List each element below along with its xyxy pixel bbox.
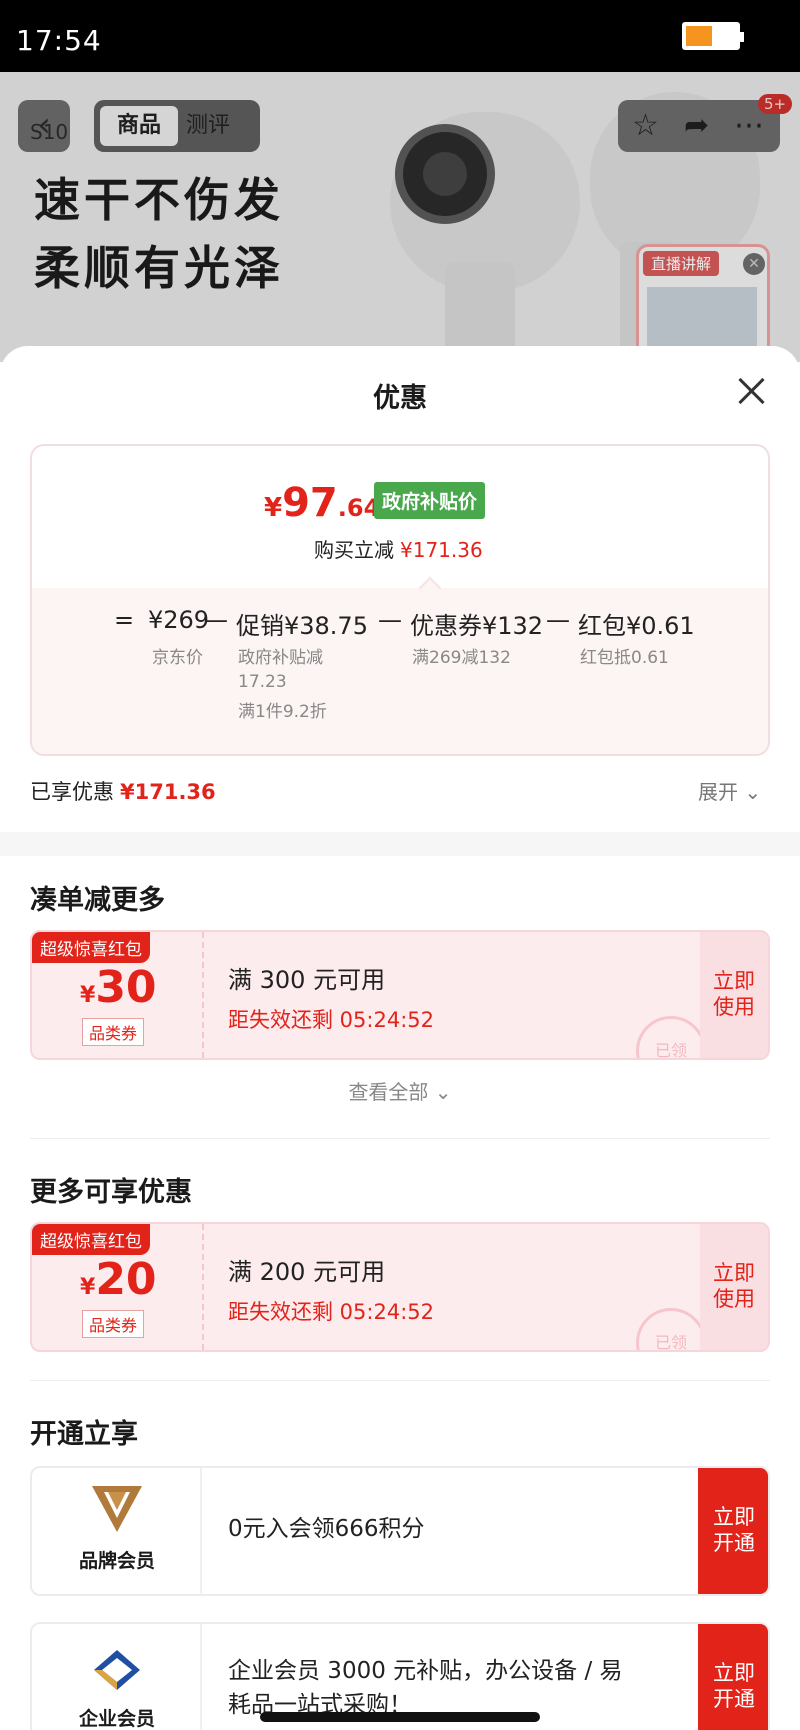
calc-coupon: 优惠券¥132 [410, 612, 544, 640]
claimed-stamp: 已领 [636, 1308, 706, 1350]
section-title: 更多可享优惠 [30, 1177, 192, 1208]
coupon-tag: 超级惊喜红包 [32, 932, 150, 963]
claimed-stamp: 已领 [636, 1016, 706, 1058]
brand-member-logo-icon [92, 1486, 142, 1532]
final-price: ¥97.64 [264, 480, 381, 526]
gov-subsidy-tag: 政府补贴价 [374, 482, 486, 519]
calc-promo: 促销¥38.75 [236, 612, 368, 640]
coupon-expire: 距失效还剩 05:24:52 [228, 1008, 434, 1032]
coupon-category: 品类券 [82, 1018, 145, 1046]
coupon-amount: ¥30 [80, 962, 157, 1013]
member-name: 品牌会员 [78, 1550, 155, 1572]
coupon-condition: 满 300 元可用 [228, 966, 386, 994]
open-now-button[interactable]: 立即 开通 [698, 1468, 768, 1594]
coupon-amount: ¥20 [80, 1254, 157, 1305]
section-title: 开通立享 [30, 1419, 138, 1450]
member-name: 企业会员 [78, 1708, 155, 1730]
calc-redpacket: 红包¥0.61 [578, 612, 695, 640]
enterprise-member-logo-icon [94, 1650, 140, 1690]
calc-promo-sub: 17.23 [238, 672, 287, 692]
chevron-down-icon: ⌄ [744, 780, 762, 804]
coupon-card: 超级惊喜红包 ¥30 品类券 满 300 元可用 距失效还剩 05:24:52 … [30, 930, 770, 1060]
calc-op: — [204, 606, 228, 634]
price-summary-card: ¥97.64 政府补贴价 购买立减 ¥171.36 = ¥269 京东价 — 促销… [30, 444, 770, 756]
section-title: 凑单减更多 [30, 885, 165, 916]
calc-promo-sub: 政府补贴减 [238, 648, 323, 668]
coupon-card: 超级惊喜红包 ¥20 品类券 满 200 元可用 距失效还剩 05:24:52 … [30, 1222, 770, 1352]
saving-line: 购买立减 ¥171.36 [314, 538, 483, 562]
sheet-title: 优惠 [373, 383, 427, 414]
calc-op: = [114, 606, 135, 634]
home-indicator[interactable] [260, 1712, 540, 1722]
discount-sheet: 优惠 ¥97.64 政府补贴价 购买立减 ¥171.36 = ¥269 京东价 —… [0, 346, 800, 1730]
coupon-tag: 超级惊喜红包 [32, 1224, 150, 1255]
member-card-brand: 品牌会员 0元入会领666积分 立即 开通 [30, 1466, 770, 1596]
scrim[interactable] [0, 72, 800, 362]
calc-redpacket-sub: 红包抵0.61 [580, 648, 669, 668]
coupon-category: 品类券 [82, 1310, 145, 1338]
status-time: 17:54 [16, 24, 102, 57]
member-benefit: 0元入会领666积分 [228, 1516, 425, 1542]
use-now-button[interactable]: 立即 使用 [700, 1224, 768, 1350]
close-icon[interactable] [734, 374, 770, 410]
calc-jd-price-label: 京东价 [152, 648, 203, 668]
enjoyed-discount: 已享优惠 ¥171.36 [30, 780, 216, 804]
calc-op: — [378, 606, 402, 634]
open-now-button[interactable]: 立即 开通 [698, 1624, 768, 1730]
calc-coupon-sub: 满269减132 [412, 648, 511, 668]
coupon-condition: 满 200 元可用 [228, 1258, 386, 1286]
coupon-expire: 距失效还剩 05:24:52 [228, 1300, 434, 1324]
use-now-button[interactable]: 立即 使用 [700, 932, 768, 1058]
calc-op: — [546, 606, 570, 634]
calc-promo-sub: 满1件9.2折 [238, 702, 327, 722]
see-all-button[interactable]: 查看全部 ⌄ [0, 1076, 800, 1105]
status-bar: 17:54 [0, 0, 800, 72]
battery-icon [682, 22, 744, 50]
chevron-down-icon: ⌄ [434, 1080, 452, 1104]
expand-button[interactable]: 展开 ⌄ [698, 776, 761, 805]
calc-jd-price: ¥269 [148, 606, 210, 634]
